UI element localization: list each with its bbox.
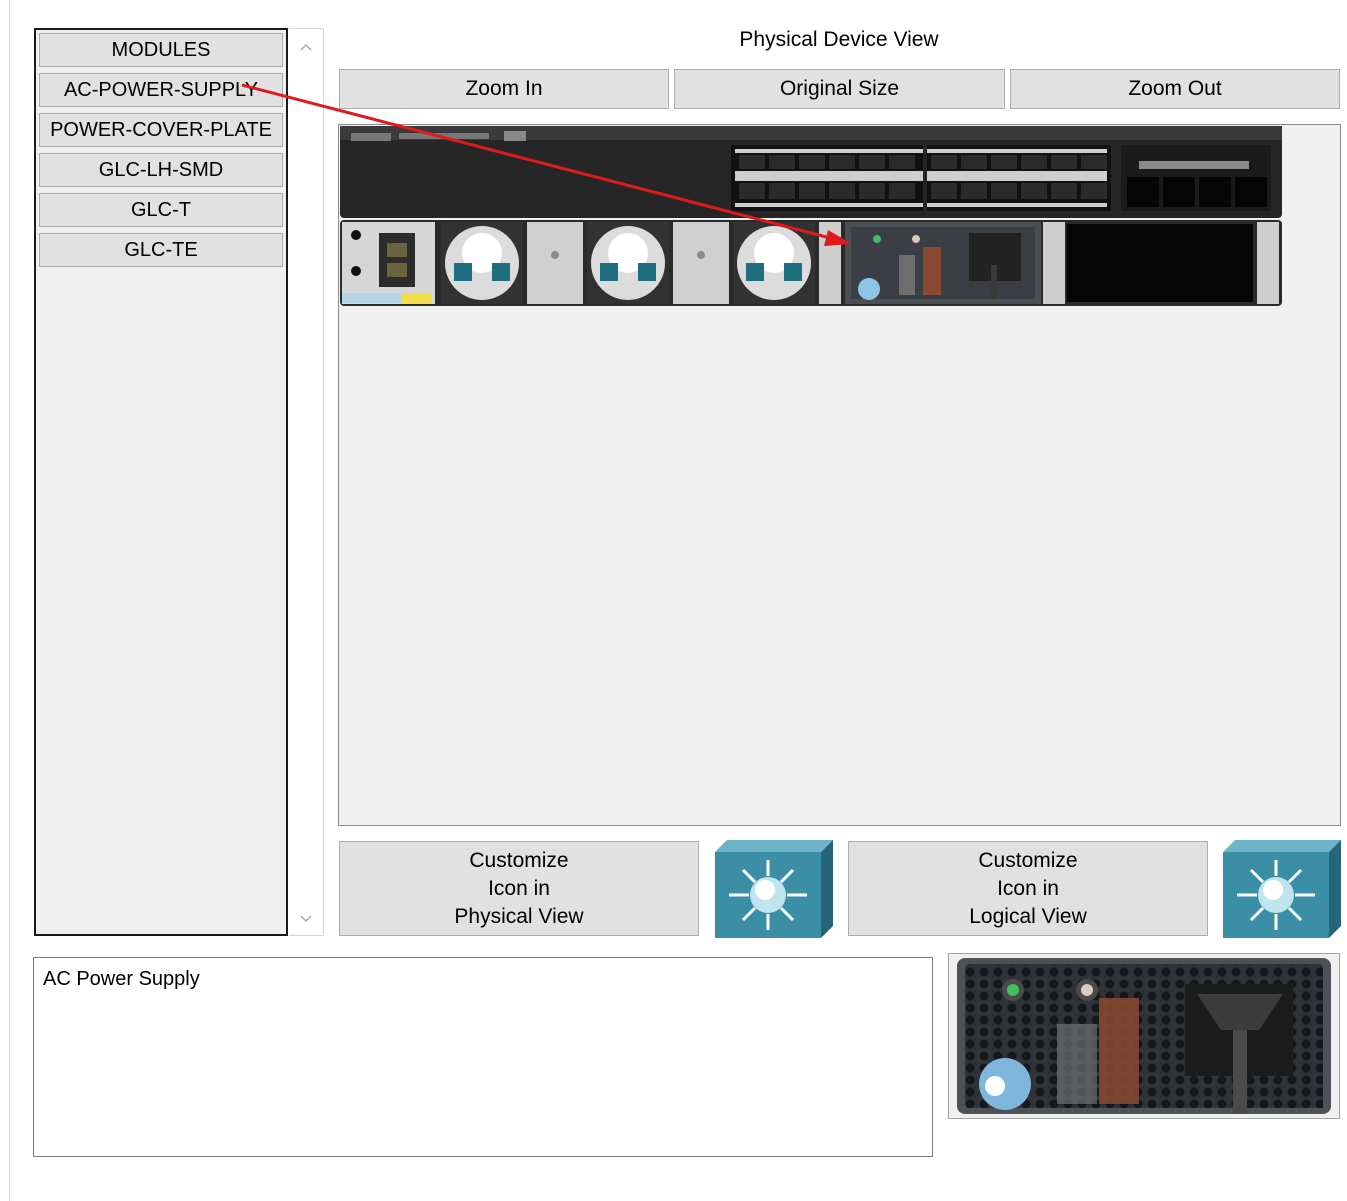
multilayer-switch-icon <box>715 840 833 938</box>
module-item-glc-t[interactable]: GLC-T <box>39 193 283 227</box>
physical-view-icon[interactable] <box>715 840 833 938</box>
customize-physical-icon-button[interactable]: Customize Icon in Physical View <box>339 841 699 936</box>
physical-view-canvas[interactable] <box>338 124 1341 826</box>
modules-list[interactable]: MODULES AC-POWER-SUPPLY POWER-COVER-PLAT… <box>34 28 288 936</box>
customize-logical-line3: Logical View <box>969 904 1087 928</box>
customize-logical-line1: Customize <box>978 848 1078 872</box>
customize-physical-line3: Physical View <box>454 904 584 928</box>
ac-power-supply-preview-image <box>957 958 1331 1114</box>
module-item-glc-lh-smd[interactable]: GLC-LH-SMD <box>39 153 283 187</box>
module-item-ac-power-supply[interactable]: AC-POWER-SUPPLY <box>39 73 283 107</box>
multilayer-switch-icon <box>1223 840 1341 938</box>
module-preview-frame <box>948 953 1340 1119</box>
module-item-power-cover-plate[interactable]: POWER-COVER-PLATE <box>39 113 283 147</box>
chevron-up-icon <box>299 43 312 51</box>
zoom-out-button[interactable]: Zoom Out <box>1010 69 1340 109</box>
customize-physical-line2: Icon in <box>488 876 550 900</box>
customize-logical-line2: Icon in <box>997 876 1059 900</box>
scroll-down-button[interactable] <box>289 905 322 933</box>
modules-scrollbar[interactable] <box>289 28 324 936</box>
scroll-up-button[interactable] <box>289 33 322 61</box>
module-item-header[interactable]: MODULES <box>39 33 283 67</box>
chevron-down-icon <box>299 915 312 923</box>
module-item-glc-te[interactable]: GLC-TE <box>39 233 283 267</box>
customize-logical-icon-button[interactable]: Customize Icon in Logical View <box>848 841 1208 936</box>
customize-physical-line1: Customize <box>469 848 569 872</box>
module-description-box: AC Power Supply <box>33 957 933 1157</box>
window-edge-line <box>9 0 10 1201</box>
logical-view-icon[interactable] <box>1223 840 1341 938</box>
module-description-text: AC Power Supply <box>43 968 200 990</box>
original-size-button[interactable]: Original Size <box>674 69 1005 109</box>
switch-chassis-image <box>340 126 1282 306</box>
physical-view-title: Physical Device View <box>739 28 939 51</box>
zoom-in-button[interactable]: Zoom In <box>339 69 669 109</box>
